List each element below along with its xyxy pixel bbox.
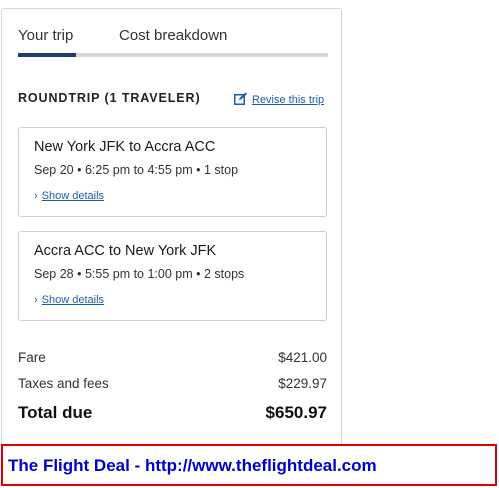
banner-text: The Flight Deal - http://www.theflightde… [8, 456, 377, 475]
taxes-value: $229.97 [278, 376, 327, 391]
show-details-link[interactable]: › Show details [34, 294, 104, 306]
tab-track [18, 53, 328, 57]
fare-row: Fare $421.00 [18, 350, 327, 365]
show-details-link[interactable]: › Show details [34, 190, 104, 202]
tab-bar: Your trip Cost breakdown [18, 9, 328, 57]
flight-route: Accra ACC to New York JFK [34, 243, 217, 259]
total-label: Total due [18, 403, 93, 422]
chevron-right-icon: › [34, 294, 38, 306]
flight-card-return: Accra ACC to New York JFK Sep 28 • 5:55 … [18, 231, 327, 321]
total-value: $650.97 [265, 403, 327, 422]
taxes-row: Taxes and fees $229.97 [18, 376, 327, 391]
flight-route: New York JFK to Accra ACC [34, 139, 216, 155]
tab-cost-breakdown[interactable]: Cost breakdown [119, 27, 227, 44]
total-row: Total due $650.97 [18, 403, 327, 423]
trip-type-heading: ROUNDTRIP (1 TRAVELER) [18, 91, 201, 105]
trip-summary-card: Your trip Cost breakdown ROUNDTRIP (1 TR… [1, 8, 342, 448]
fare-label: Fare [18, 350, 46, 365]
revise-trip-label: Revise this trip [252, 94, 325, 106]
taxes-label: Taxes and fees [18, 376, 109, 391]
show-details-label: Show details [41, 294, 105, 306]
flight-info: Sep 28 • 5:55 pm to 1:00 pm • 2 stops [34, 267, 245, 281]
revise-trip-link[interactable]: Revise this trip [234, 92, 324, 108]
tab-your-trip[interactable]: Your trip [18, 27, 73, 44]
fare-value: $421.00 [278, 350, 327, 365]
flight-info: Sep 20 • 6:25 pm to 4:55 pm • 1 stop [34, 163, 239, 177]
watermark-banner: The Flight Deal - http://www.theflightde… [1, 444, 497, 486]
show-details-label: Show details [41, 190, 105, 202]
flight-card-outbound: New York JFK to Accra ACC Sep 20 • 6:25 … [18, 127, 327, 217]
edit-icon [234, 92, 252, 108]
tab-active-indicator [18, 53, 76, 57]
chevron-right-icon: › [34, 190, 38, 202]
